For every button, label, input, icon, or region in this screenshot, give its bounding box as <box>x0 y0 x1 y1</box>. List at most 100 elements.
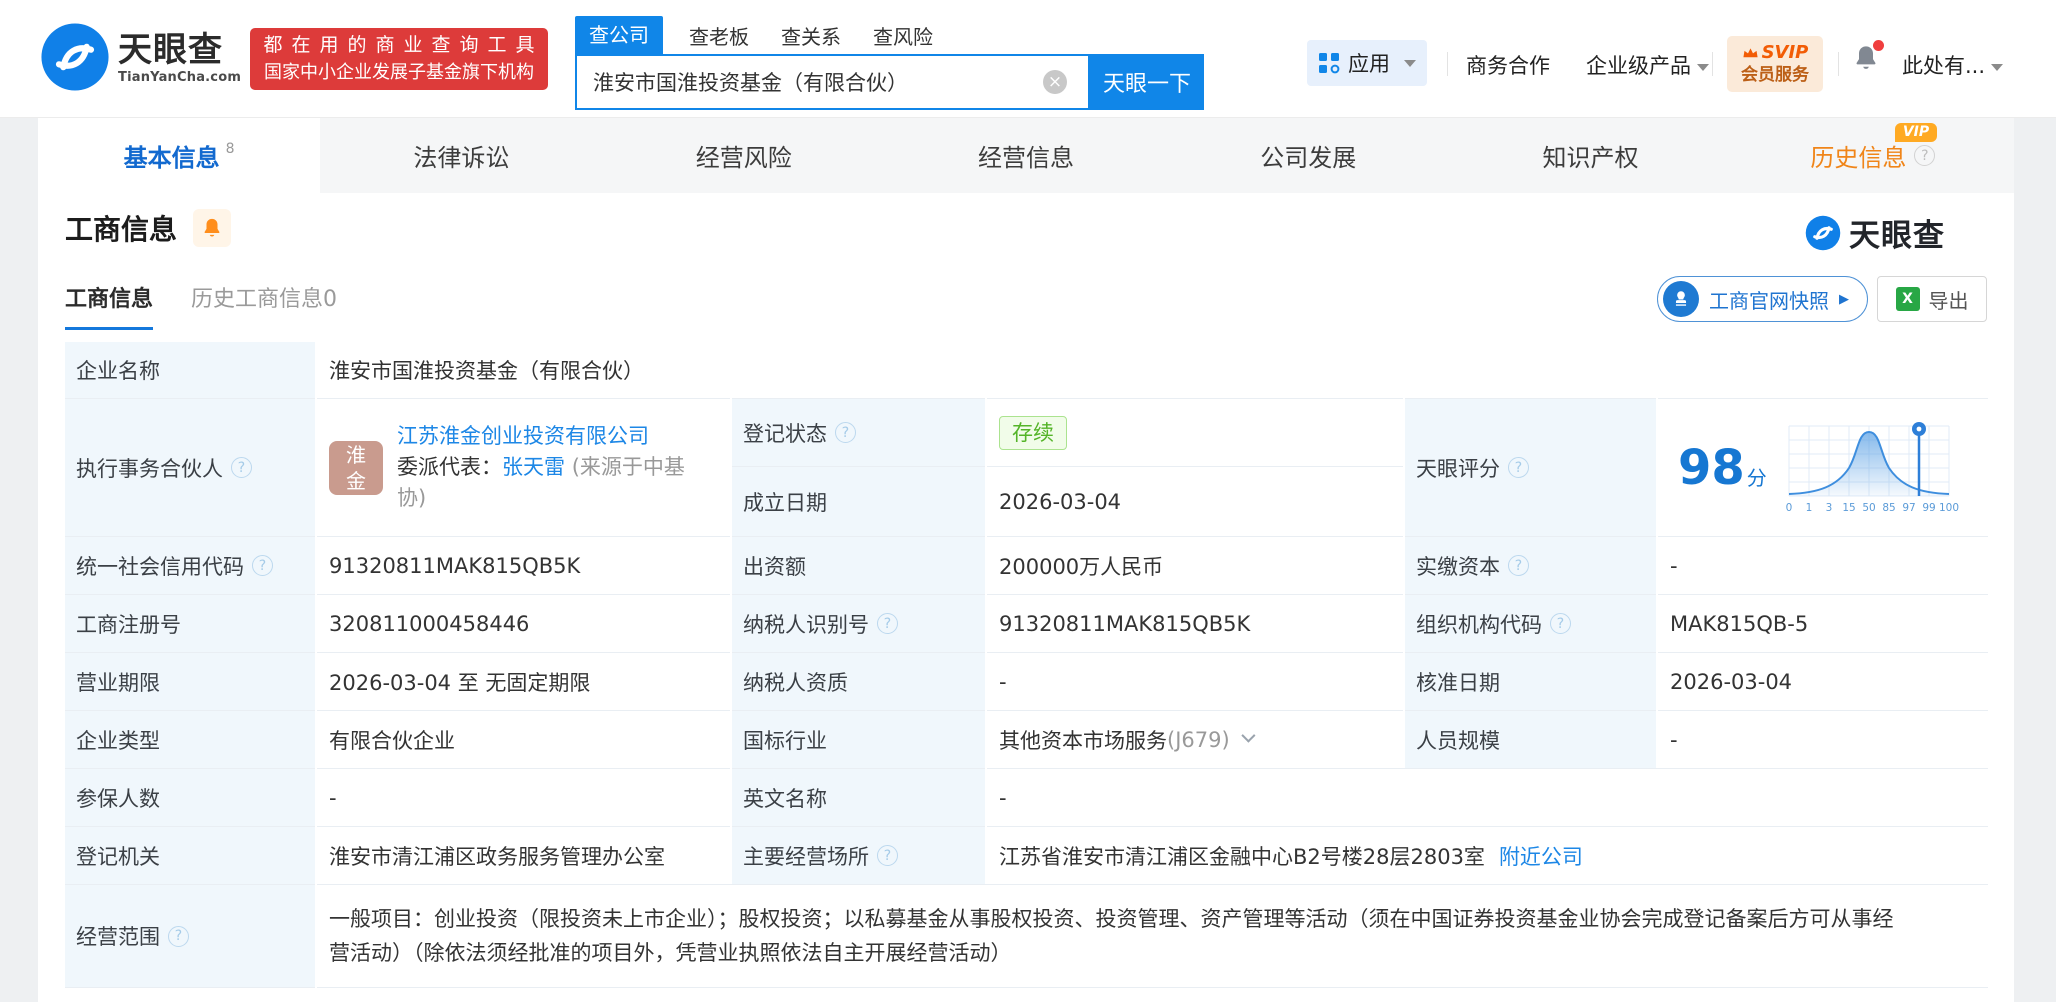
help-icon[interactable]: ? <box>1550 613 1571 634</box>
business-info-section: 工商信息 天眼查 工商信息 历史工商信息0 工商官网快照 ▶ X 导出 企业名称… <box>38 193 2014 1002</box>
field-value-credit-code: 91320811MAK815QB5K <box>317 536 730 594</box>
divider <box>1712 52 1713 76</box>
field-value-org-code: MAK815QB-5 <box>1658 594 1988 652</box>
field-label-executive-partner: 执行事务合伙人? <box>65 398 315 536</box>
snapshot-label: 工商官网快照 <box>1709 288 1829 313</box>
field-value-executive-partner: 淮金 江苏淮金创业投资有限公司 委派代表：张天雷 (来源于中基协) <box>317 398 730 536</box>
field-value-reg-no: 320811000458446 <box>317 594 730 652</box>
section-title: 工商信息 <box>65 213 178 246</box>
export-button[interactable]: X 导出 <box>1877 276 1987 322</box>
play-icon: ▶ <box>1839 291 1849 307</box>
tab-operation-risk[interactable]: 经营风险 <box>603 118 885 193</box>
clear-search-icon[interactable]: × <box>1043 70 1067 94</box>
help-icon[interactable]: ? <box>252 555 273 576</box>
notification-bell-icon[interactable] <box>1852 40 1884 74</box>
logo-domain: TianYanCha.com <box>118 69 242 85</box>
search-button[interactable]: 天眼一下 <box>1090 54 1204 110</box>
promo-line1: 都在用的商业查询工具 <box>263 34 544 56</box>
subtab-business-info[interactable]: 工商信息 <box>65 281 154 330</box>
field-value-staff-size: - <box>1658 710 1988 768</box>
tab-label: 基本信息 <box>123 144 220 172</box>
search-tab-relation[interactable]: 查关系 <box>781 21 841 50</box>
field-label-approval-date: 核准日期 <box>1405 652 1656 710</box>
field-label-est-date: 成立日期 <box>732 466 985 536</box>
svip-label: SVIP <box>1761 42 1809 63</box>
field-value-capital: 200000万人民币 <box>987 536 1403 594</box>
industry-code: (J679) <box>1167 727 1230 752</box>
field-value-tax-qual: - <box>987 652 1403 710</box>
nav-enterprise-product[interactable]: 企业级产品 <box>1586 50 1709 80</box>
tab-label: 法律诉讼 <box>413 144 510 172</box>
nav-business-coop[interactable]: 商务合作 <box>1466 50 1550 80</box>
field-label-staff-size: 人员规模 <box>1405 710 1656 768</box>
field-value-authority: 淮安市清江浦区政务服务管理办公室 <box>317 826 730 884</box>
help-icon[interactable]: ? <box>1508 457 1529 478</box>
tab-intellectual-property[interactable]: 知识产权 <box>1449 118 1731 193</box>
field-value-address: 江苏省淮安市清江浦区金融中心B2号楼28层2803室 附近公司 <box>987 826 1988 884</box>
help-icon[interactable]: ? <box>877 845 898 866</box>
partner-avatar[interactable]: 淮金 <box>329 440 383 495</box>
search-tab-company[interactable]: 查公司 <box>575 16 663 54</box>
partner-company-link[interactable]: 江苏淮金创业投资有限公司 <box>397 424 649 448</box>
tab-history-info[interactable]: 历史信息? VIP <box>1732 118 2014 193</box>
apps-menu-button[interactable]: 应用 <box>1307 40 1427 86</box>
field-value-insured: - <box>317 768 730 826</box>
field-label-business-scope: 经营范围? <box>65 884 315 988</box>
field-label-insured: 参保人数 <box>65 768 315 826</box>
help-icon[interactable]: ? <box>168 925 189 947</box>
tianyancha-watermark: 天眼查 <box>1805 210 1945 255</box>
field-value-company-type: 有限合伙企业 <box>317 710 730 768</box>
tab-label: 经营风险 <box>695 144 792 172</box>
chevron-down-icon[interactable] <box>1241 728 1256 743</box>
field-value-business-scope: 一般项目：创业投资（限投资未上市企业）；股权投资；以私募基金从事股权投资、投资管… <box>317 884 1988 988</box>
field-label-score: 天眼评分? <box>1405 398 1656 536</box>
enterprise-product-label: 企业级产品 <box>1586 54 1691 78</box>
nearby-companies-link[interactable]: 附近公司 <box>1499 841 1583 871</box>
chevron-down-icon <box>1697 63 1709 71</box>
divider <box>1838 52 1839 76</box>
rep-name-link[interactable]: 张天雷 <box>502 455 565 479</box>
logo-icon <box>41 23 109 91</box>
subscribe-bell-button[interactable] <box>193 209 232 247</box>
help-icon[interactable]: ? <box>1914 145 1936 166</box>
user-menu[interactable]: 此处有... <box>1902 50 2004 80</box>
tab-company-development[interactable]: 公司发展 <box>1167 118 1449 193</box>
promo-line2: 国家中小企业发展子基金旗下机构 <box>264 62 534 83</box>
tab-operation-info[interactable]: 经营信息 <box>885 118 1167 193</box>
divider <box>1447 52 1448 76</box>
logo-title: 天眼查 <box>118 29 223 70</box>
help-icon[interactable]: ? <box>231 457 252 478</box>
tab-legal[interactable]: 法律诉讼 <box>320 118 602 193</box>
svg-text:3: 3 <box>1825 502 1832 514</box>
help-icon[interactable]: ? <box>835 422 856 443</box>
search-tab-boss[interactable]: 查老板 <box>689 21 749 50</box>
search-tab-risk[interactable]: 查风险 <box>873 21 933 50</box>
field-label-capital: 出资额 <box>732 536 985 594</box>
svg-text:97: 97 <box>1902 502 1915 514</box>
official-snapshot-button[interactable]: 工商官网快照 ▶ <box>1657 276 1868 322</box>
tianyancha-logo[interactable]: 天眼查 TianYanCha.com <box>40 22 241 92</box>
search-input[interactable] <box>575 54 1090 110</box>
status-badge: 存续 <box>999 415 1067 450</box>
help-icon[interactable]: ? <box>877 613 898 634</box>
search-area: 查公司 查老板 查关系 查风险 × 天眼一下 <box>575 16 1204 110</box>
field-value-industry[interactable]: 其他资本市场服务 (J679) <box>987 710 1403 768</box>
subtab-history-business-info[interactable]: 历史工商信息0 <box>191 281 337 327</box>
field-value-reg-status: 存续 <box>987 398 1403 466</box>
subtabs-row: 工商信息 历史工商信息0 <box>65 281 337 330</box>
tab-label: 知识产权 <box>1542 144 1639 172</box>
field-label-reg-status: 登记状态? <box>732 398 985 466</box>
excel-icon: X <box>1895 287 1920 311</box>
svip-member-badge[interactable]: SVIP 会员服务 <box>1727 36 1823 92</box>
field-label-authority: 登记机关 <box>65 826 315 884</box>
tab-basic-info[interactable]: 基本信息 8 <box>38 118 321 193</box>
svg-text:15: 15 <box>1842 502 1855 514</box>
svg-text:0: 0 <box>1785 502 1792 514</box>
tab-label: 经营信息 <box>977 144 1074 172</box>
field-value-eng-name: - <box>987 768 1988 826</box>
business-info-table: 企业名称 淮安市国淮投资基金（有限合伙） 执行事务合伙人? 淮金 江苏淮金创业投… <box>65 342 1988 988</box>
field-value-score[interactable]: 98 分 0 1 3 15 50 85 97 99 100 <box>1658 398 1988 536</box>
grid-icon <box>1319 53 1340 74</box>
promo-banner: 都在用的商业查询工具 国家中小企业发展子基金旗下机构 <box>250 28 548 90</box>
help-icon[interactable]: ? <box>1508 555 1529 576</box>
